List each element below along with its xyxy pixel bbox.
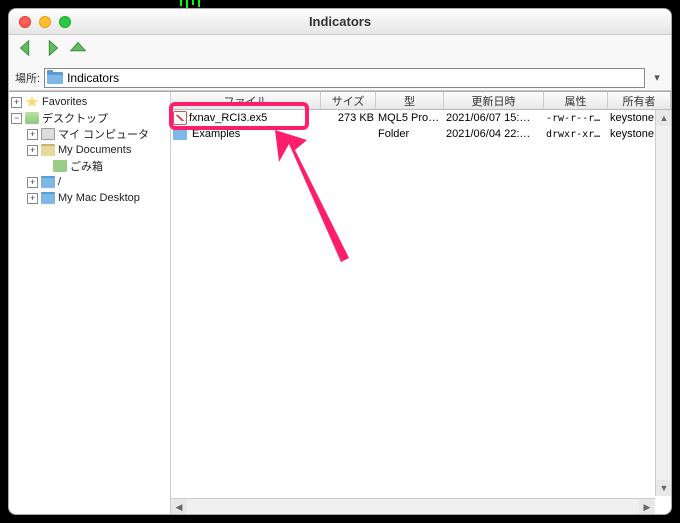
col-type[interactable]: 型 (376, 92, 444, 109)
content-area: + Favorites − デスクトップ + マイ コンピュータ + My Do… (9, 91, 671, 514)
folder-tree: + Favorites − デスクトップ + マイ コンピュータ + My Do… (9, 92, 171, 514)
tree-item-mycomputer[interactable]: マイ コンピュータ (58, 126, 149, 142)
tree-item-mymacdesktop[interactable]: My Mac Desktop (58, 192, 140, 204)
computer-icon (41, 128, 55, 140)
location-label: 場所: (15, 70, 40, 86)
location-text: Indicators (67, 71, 119, 85)
col-name[interactable]: ファイル (171, 92, 321, 109)
desktop-icon (25, 112, 39, 124)
col-owner[interactable]: 所有者 (608, 92, 671, 109)
window-title: Indicators (9, 14, 671, 29)
tree-item-favorites[interactable]: Favorites (42, 96, 87, 108)
favorites-icon (25, 96, 39, 108)
file-name: fxnav_RCI3.ex5 (189, 112, 267, 124)
file-attr: drwxr-xr-x (544, 129, 608, 140)
file-attr: -rw-r--r-- (544, 113, 608, 124)
expand-toggle[interactable]: + (27, 177, 38, 188)
file-name: Examples (192, 128, 240, 140)
folder-icon (41, 192, 55, 204)
file-row[interactable]: fxnav_RCI3.ex5 273 KB MQL5 Progr… 2021/0… (171, 110, 671, 126)
col-size[interactable]: サイズ (321, 92, 376, 109)
trash-icon (53, 160, 67, 172)
folder-icon (47, 72, 63, 84)
col-attr[interactable]: 属性 (544, 92, 608, 109)
file-row[interactable]: Examples Folder 2021/06/04 22:… drwxr-xr… (171, 126, 671, 142)
file-list-body: fxnav_RCI3.ex5 273 KB MQL5 Progr… 2021/0… (171, 110, 671, 514)
file-date: 2021/06/07 15:… (444, 112, 544, 124)
scroll-up-icon[interactable]: ▲ (656, 110, 672, 126)
titlebar: Indicators (9, 9, 671, 35)
file-type: Folder (376, 128, 444, 140)
scroll-left-icon[interactable]: ◀ (171, 499, 187, 515)
expand-toggle[interactable]: − (11, 113, 22, 124)
vertical-scrollbar[interactable]: ▲ ▼ (655, 110, 671, 496)
horizontal-scrollbar[interactable]: ◀ ▶ (171, 498, 655, 514)
expand-toggle[interactable]: + (27, 145, 38, 156)
tree-item-mydocuments[interactable]: My Documents (58, 144, 131, 156)
file-dialog-window: Indicators 場所: Indicators ▾ + Favorites (8, 8, 672, 515)
location-dropdown-icon[interactable]: ▾ (649, 71, 665, 84)
file-date: 2021/06/04 22:… (444, 128, 544, 140)
folder-icon (173, 128, 187, 140)
tree-item-desktop[interactable]: デスクトップ (42, 110, 108, 126)
up-button[interactable] (67, 37, 89, 64)
file-type: MQL5 Progr… (376, 112, 444, 124)
location-field[interactable]: Indicators (44, 68, 645, 88)
expand-toggle[interactable]: + (27, 129, 38, 140)
navigation-toolbar (9, 35, 671, 65)
forward-button[interactable] (41, 37, 63, 64)
documents-icon (41, 144, 55, 156)
folder-icon (41, 176, 55, 188)
scroll-down-icon[interactable]: ▼ (656, 480, 672, 496)
column-headers: ファイル サイズ 型 更新日時 属性 所有者 (171, 92, 671, 110)
tree-item-root[interactable]: / (58, 176, 61, 188)
scroll-right-icon[interactable]: ▶ (639, 499, 655, 515)
expand-toggle[interactable]: + (27, 193, 38, 204)
background-chart-decoration (180, 0, 200, 8)
ex5-file-icon (173, 111, 187, 125)
file-size: 273 KB (321, 112, 376, 124)
file-list: ファイル サイズ 型 更新日時 属性 所有者 fxnav_RCI3.ex5 27… (171, 92, 671, 514)
back-button[interactable] (15, 37, 37, 64)
location-bar: 場所: Indicators ▾ (9, 65, 671, 91)
expand-toggle[interactable]: + (11, 97, 22, 108)
tree-item-trash[interactable]: ごみ箱 (70, 158, 103, 174)
col-date[interactable]: 更新日時 (444, 92, 544, 109)
